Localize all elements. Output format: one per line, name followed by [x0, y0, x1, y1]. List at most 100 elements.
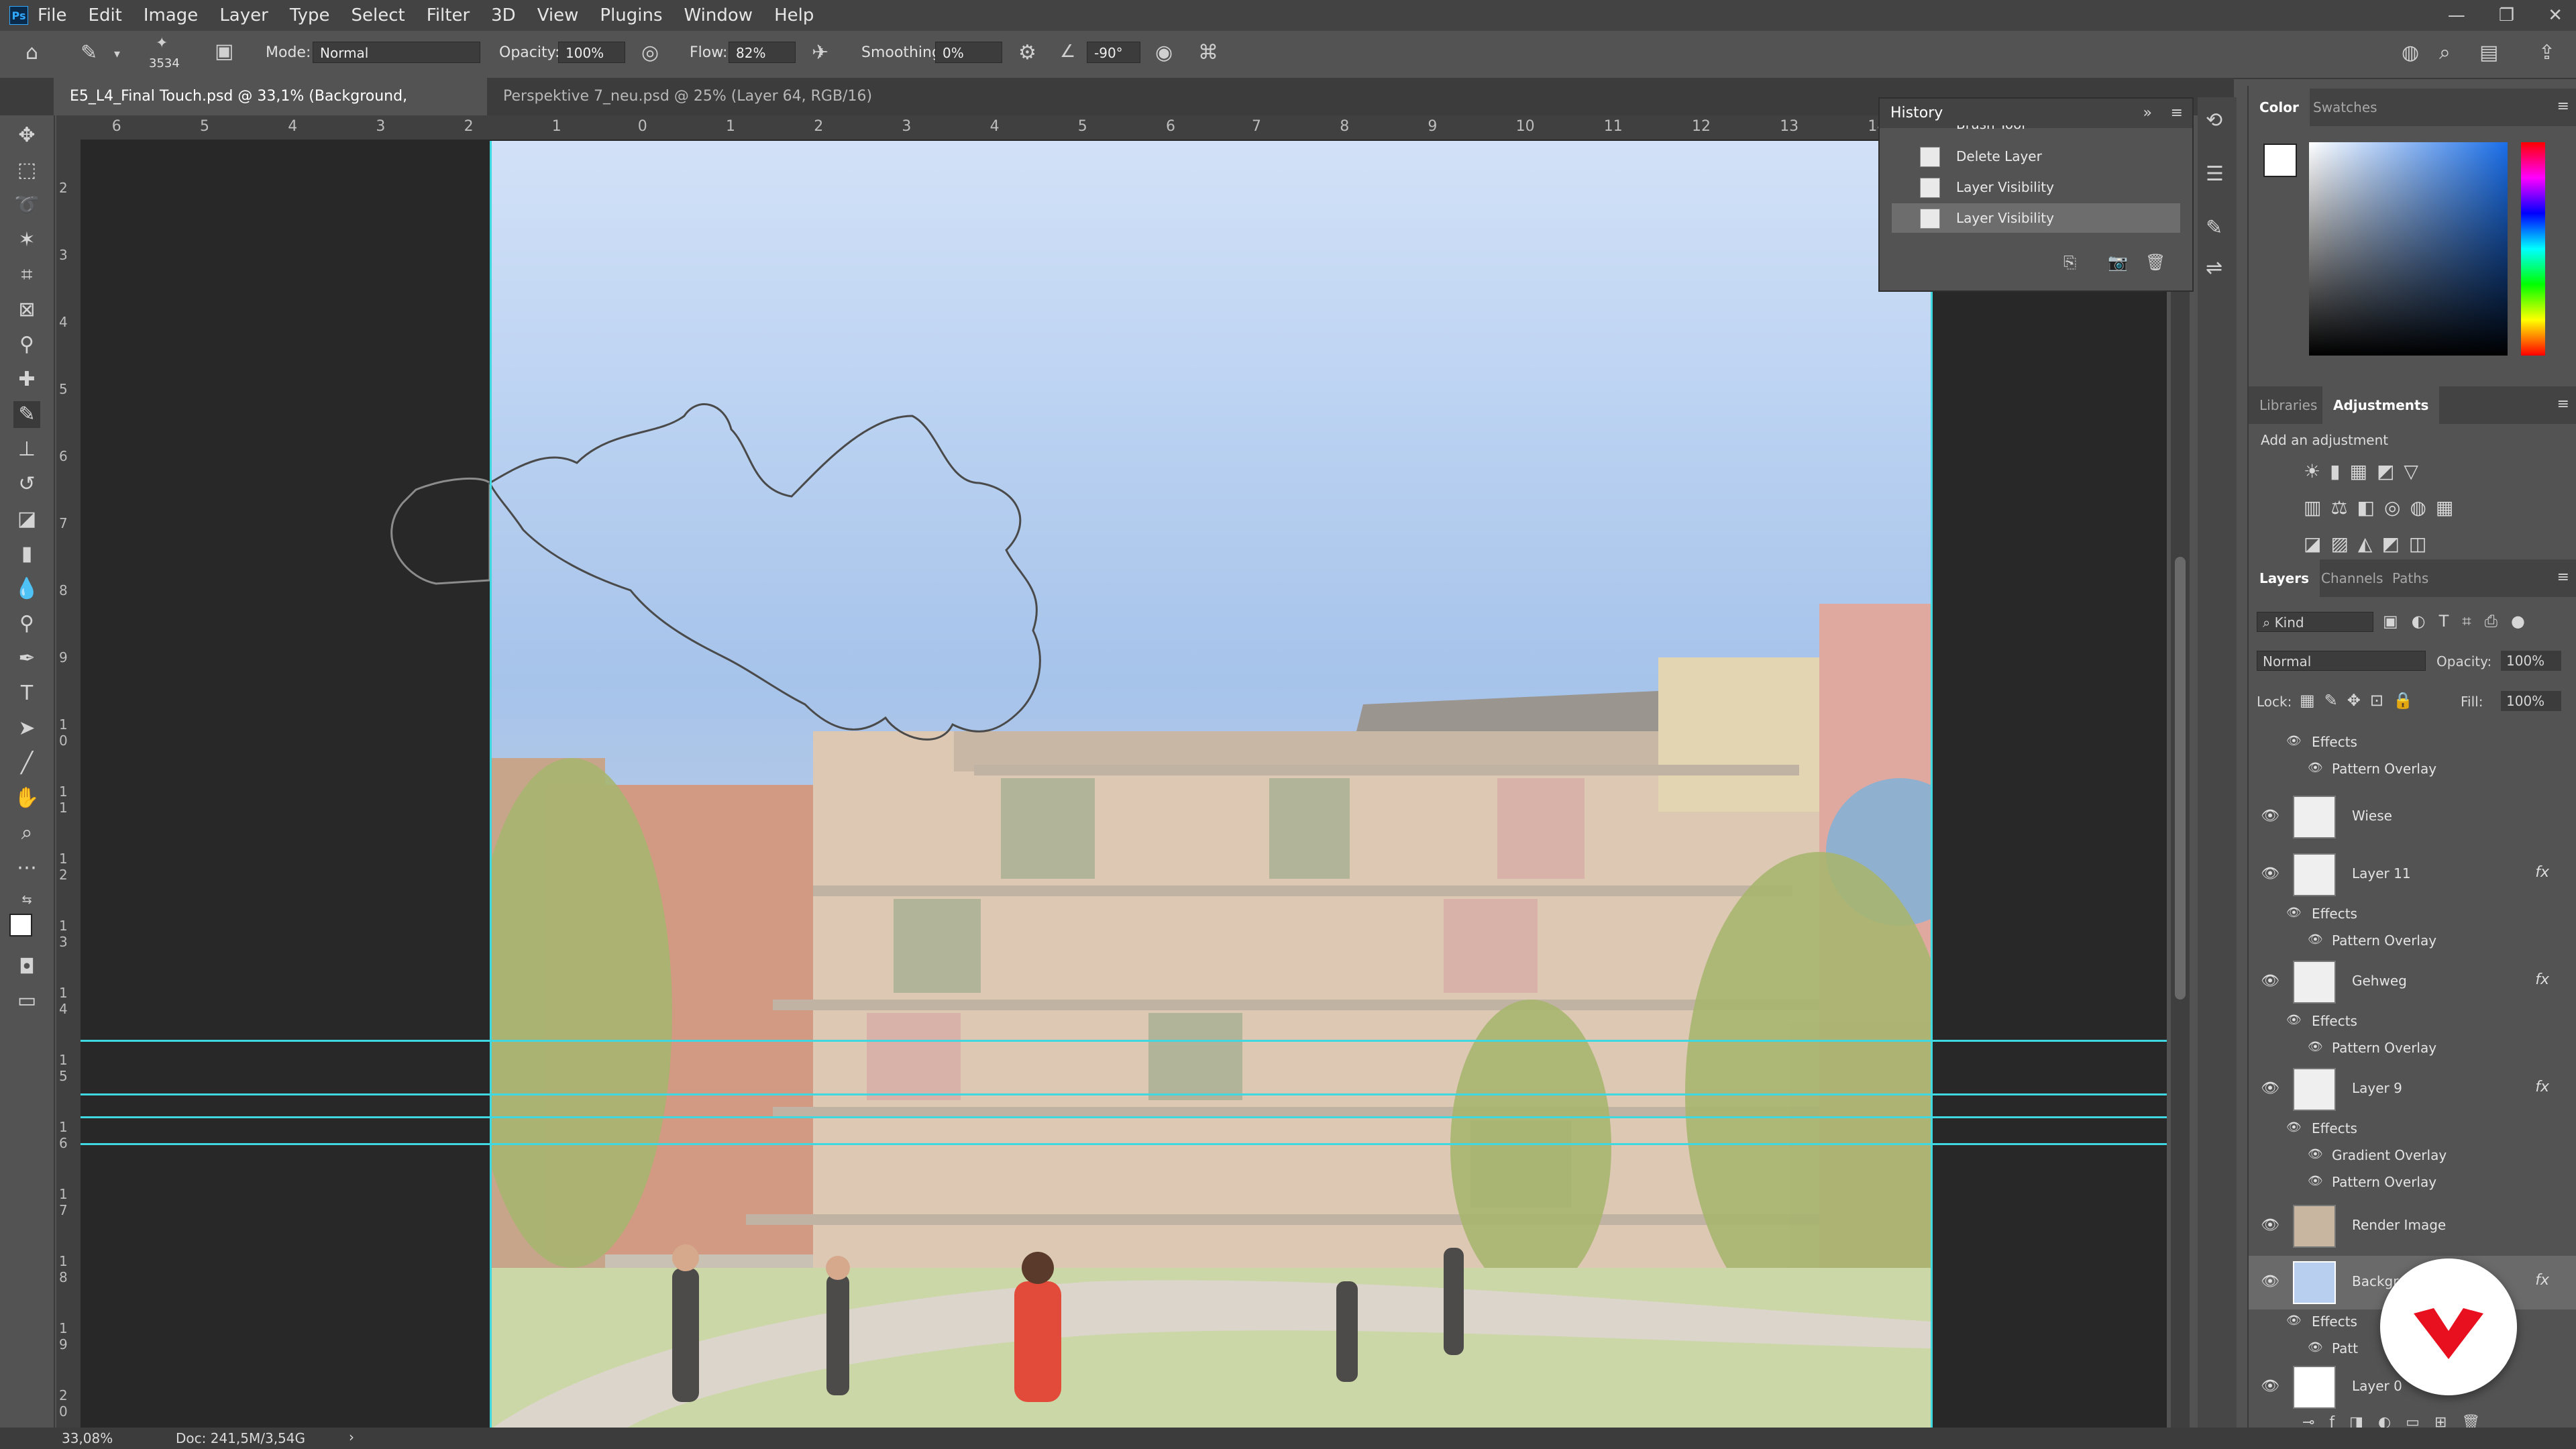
eraser-icon[interactable]: ◪	[13, 506, 40, 533]
horizontal-guide[interactable]	[80, 1116, 2167, 1118]
opacity-field[interactable]: 100%	[558, 42, 625, 63]
user-icon[interactable]: ◍	[2402, 43, 2419, 63]
magic-wand-icon[interactable]: ✶	[13, 227, 40, 254]
eye-icon[interactable]: 👁	[2261, 1378, 2279, 1395]
layer-filter-select[interactable]: ⌕ Kind	[2257, 612, 2373, 632]
adjustment-icons[interactable]: ☀▮▦◩▽ ▥⚖◧◎◍▦ ◪▨◭◩◫	[2304, 453, 2518, 562]
lock-icons[interactable]: ▦✎✥⊡🔒	[2300, 691, 2422, 710]
properties-icon[interactable]: ☰	[2206, 164, 2224, 184]
fx-icon[interactable]: fx	[2535, 971, 2549, 988]
tab-swatches[interactable]: Swatches	[2302, 89, 2388, 126]
menu-filter[interactable]: Filter	[427, 5, 470, 25]
effects-row[interactable]: 👁 Effects	[2249, 1116, 2576, 1143]
menu-layer[interactable]: Layer	[219, 5, 268, 25]
share-icon[interactable]: ⇪	[2538, 43, 2555, 63]
panel-menu-icon[interactable]: ≡	[2557, 569, 2569, 586]
tab-paths[interactable]: Paths	[2381, 559, 2439, 597]
layer-row-layer-9[interactable]: 👁 Layer 9 fx	[2249, 1063, 2576, 1116]
canvas-scrollbar[interactable]	[2171, 141, 2190, 1429]
home-icon[interactable]: ⌂	[25, 43, 38, 63]
lasso-tool-icon[interactable]: ➰	[13, 192, 40, 219]
effects-row[interactable]: 👁 Effects	[2249, 730, 2576, 757]
horizontal-guide[interactable]	[80, 1143, 2167, 1145]
hand-tool-icon[interactable]: ✋	[13, 785, 40, 812]
history-brush-icon[interactable]: ↺	[13, 471, 40, 498]
layer-row-layer-11[interactable]: 👁 Layer 11 fx	[2249, 848, 2576, 902]
new-document-from-state-icon[interactable]: ⎘	[2063, 254, 2076, 270]
history-item[interactable]: Brush Tool	[1892, 125, 2180, 140]
move-tool-icon[interactable]: ✥	[13, 122, 40, 149]
eye-icon[interactable]: 👁	[2286, 1013, 2302, 1027]
marquee-tool-icon[interactable]: ⬚	[13, 157, 40, 184]
tab-libraries[interactable]: Libraries	[2249, 386, 2328, 424]
brush-tool-icon[interactable]: ✎	[13, 401, 40, 428]
quick-mask-icon[interactable]: ◘	[13, 954, 40, 981]
effect-row[interactable]: 👁 Pattern Overlay	[2249, 757, 2576, 784]
effect-row[interactable]: 👁 Gradient Overlay	[2249, 1143, 2576, 1170]
effects-row[interactable]: 👁 Effects	[2249, 1009, 2576, 1036]
panel-menu-icon[interactable]: ≡	[2557, 98, 2569, 115]
eye-icon[interactable]: 👁	[2286, 1313, 2302, 1328]
fx-icon[interactable]: fx	[2535, 1272, 2549, 1289]
mode-select[interactable]: Normal	[313, 42, 480, 63]
menu-type[interactable]: Type	[290, 5, 330, 25]
close-icon[interactable]: ✕	[2548, 5, 2563, 25]
dodge-tool-icon[interactable]: ⚲	[13, 610, 40, 637]
history-panel-icon[interactable]: ⟲	[2206, 111, 2222, 131]
vertical-guide-left[interactable]	[490, 141, 492, 1429]
menu-edit[interactable]: Edit	[89, 5, 122, 25]
effect-row[interactable]: 👁 Pattern Overlay	[2249, 1036, 2576, 1063]
flow-field[interactable]: 82%	[729, 42, 796, 63]
eye-icon[interactable]: 👁	[2286, 906, 2302, 920]
gradient-tool-icon[interactable]: ▮	[13, 541, 40, 568]
frame-tool-icon[interactable]: ⊠	[13, 297, 40, 323]
eye-icon[interactable]: 👁	[2286, 1120, 2302, 1134]
zoom-level[interactable]: 33,08%	[62, 1430, 113, 1446]
effect-row[interactable]: 👁 Pattern Overlay	[2249, 928, 2576, 955]
vertical-guide-right[interactable]	[1931, 141, 1933, 1429]
pen-tool-icon[interactable]: ✒	[13, 645, 40, 672]
pressure-size-icon[interactable]: ◉	[1155, 43, 1173, 63]
fx-icon[interactable]: fx	[2535, 864, 2549, 881]
minimize-icon[interactable]: —	[2448, 5, 2465, 25]
eye-icon[interactable]: 👁	[2261, 865, 2279, 882]
airbrush-icon[interactable]: ✈	[812, 43, 828, 63]
layer-row-wiese[interactable]: 👁 Wiese	[2249, 790, 2576, 844]
brush-settings-icon[interactable]: ▣	[215, 42, 233, 62]
eye-icon[interactable]: 👁	[2261, 1080, 2279, 1097]
history-item-active[interactable]: Layer Visibility	[1892, 203, 2180, 233]
artboard[interactable]	[491, 141, 1932, 1429]
foreground-color-swatch[interactable]	[9, 914, 32, 936]
menu-window[interactable]: Window	[684, 5, 753, 25]
smoothing-field[interactable]: 0%	[935, 42, 1002, 63]
menu-plugins[interactable]: Plugins	[600, 5, 662, 25]
menu-file[interactable]: File	[38, 5, 67, 25]
chevron-right-icon[interactable]: ›	[349, 1429, 354, 1445]
chevron-down-icon[interactable]: ▾	[114, 48, 120, 60]
tab-layers[interactable]: Layers	[2249, 559, 2320, 597]
hue-slider[interactable]	[2521, 142, 2545, 356]
gear-icon[interactable]: ⚙	[1018, 43, 1036, 63]
scroll-thumb[interactable]	[2175, 557, 2186, 1000]
crop-tool-icon[interactable]: ⌗	[13, 262, 40, 288]
eye-icon[interactable]: 👁	[2261, 1217, 2279, 1234]
eye-icon[interactable]: 👁	[2261, 1273, 2279, 1290]
horizontal-guide[interactable]	[80, 1093, 2167, 1095]
color-field[interactable]	[2309, 142, 2508, 356]
eyedropper-icon[interactable]: ⚲	[13, 331, 40, 358]
menu-select[interactable]: Select	[352, 5, 405, 25]
panel-menu-icon[interactable]: ≡	[2171, 99, 2183, 128]
layer-row-render-image[interactable]: 👁 Render Image	[2249, 1199, 2576, 1253]
eye-icon[interactable]: 👁	[2261, 808, 2279, 824]
restore-icon[interactable]: ❐	[2499, 5, 2514, 25]
history-item[interactable]: Layer Visibility	[1892, 172, 2180, 202]
swap-colors-icon[interactable]: ⇆	[13, 887, 40, 914]
zoom-tool-icon[interactable]: ⌕	[13, 820, 40, 847]
more-tools-icon[interactable]: ⋯	[13, 855, 40, 881]
blend-mode-select[interactable]: Normal	[2257, 651, 2426, 671]
menu-help[interactable]: Help	[774, 5, 814, 25]
history-title[interactable]: History	[1890, 105, 1943, 121]
layer-opacity-field[interactable]: 100%	[2501, 651, 2561, 671]
tab-perspektive[interactable]: Perspektive 7_neu.psd @ 25% (Layer 64, R…	[487, 78, 890, 142]
brush-tool-icon[interactable]: ✎	[80, 43, 97, 63]
